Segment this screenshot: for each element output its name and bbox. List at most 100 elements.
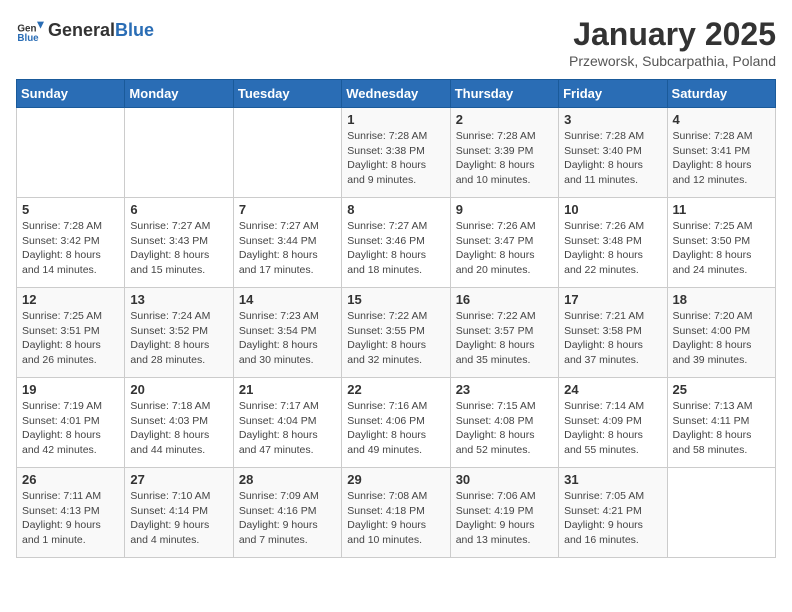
logo: Gen Blue GeneralBlue: [16, 16, 154, 44]
calendar-cell: 23 Sunrise: 7:15 AM Sunset: 4:08 PM Dayli…: [450, 378, 558, 468]
day-info: Sunrise: 7:22 AM Sunset: 3:57 PM Dayligh…: [456, 309, 553, 368]
calendar-cell: 17 Sunrise: 7:21 AM Sunset: 3:58 PM Dayli…: [559, 288, 667, 378]
calendar-cell: 13 Sunrise: 7:24 AM Sunset: 3:52 PM Dayli…: [125, 288, 233, 378]
calendar-cell: 21 Sunrise: 7:17 AM Sunset: 4:04 PM Dayli…: [233, 378, 341, 468]
day-number: 19: [22, 382, 119, 397]
day-number: 7: [239, 202, 336, 217]
day-number: 28: [239, 472, 336, 487]
day-number: 18: [673, 292, 770, 307]
day-number: 26: [22, 472, 119, 487]
calendar-cell: 9 Sunrise: 7:26 AM Sunset: 3:47 PM Daylig…: [450, 198, 558, 288]
day-info: Sunrise: 7:27 AM Sunset: 3:44 PM Dayligh…: [239, 219, 336, 278]
day-info: Sunrise: 7:26 AM Sunset: 3:47 PM Dayligh…: [456, 219, 553, 278]
day-number: 20: [130, 382, 227, 397]
month-title: January 2025: [569, 16, 776, 53]
calendar-cell: 18 Sunrise: 7:20 AM Sunset: 4:00 PM Dayli…: [667, 288, 775, 378]
subtitle: Przeworsk, Subcarpathia, Poland: [569, 53, 776, 69]
day-number: 29: [347, 472, 444, 487]
day-number: 31: [564, 472, 661, 487]
day-number: 15: [347, 292, 444, 307]
day-info: Sunrise: 7:13 AM Sunset: 4:11 PM Dayligh…: [673, 399, 770, 458]
day-number: 12: [22, 292, 119, 307]
day-number: 3: [564, 112, 661, 127]
day-number: 1: [347, 112, 444, 127]
day-number: 2: [456, 112, 553, 127]
calendar-cell: [17, 108, 125, 198]
day-info: Sunrise: 7:18 AM Sunset: 4:03 PM Dayligh…: [130, 399, 227, 458]
calendar-cell: 12 Sunrise: 7:25 AM Sunset: 3:51 PM Dayli…: [17, 288, 125, 378]
day-info: Sunrise: 7:19 AM Sunset: 4:01 PM Dayligh…: [22, 399, 119, 458]
day-info: Sunrise: 7:15 AM Sunset: 4:08 PM Dayligh…: [456, 399, 553, 458]
day-number: 9: [456, 202, 553, 217]
day-number: 13: [130, 292, 227, 307]
day-number: 10: [564, 202, 661, 217]
day-number: 30: [456, 472, 553, 487]
calendar-cell: 14 Sunrise: 7:23 AM Sunset: 3:54 PM Dayli…: [233, 288, 341, 378]
calendar-cell: 24Sunrise: 7:14 AM Sunset: 4:09 PM Dayli…: [559, 378, 667, 468]
calendar-week-row: 1 Sunrise: 7:28 AM Sunset: 3:38 PM Daylig…: [17, 108, 776, 198]
day-info: Sunrise: 7:28 AM Sunset: 3:41 PM Dayligh…: [673, 129, 770, 188]
day-info: Sunrise: 7:20 AM Sunset: 4:00 PM Dayligh…: [673, 309, 770, 368]
logo-text: GeneralBlue: [48, 20, 154, 41]
calendar-cell: 28Sunrise: 7:09 AM Sunset: 4:16 PM Dayli…: [233, 468, 341, 558]
calendar-cell: 3 Sunrise: 7:28 AM Sunset: 3:40 PM Daylig…: [559, 108, 667, 198]
day-info: Sunrise: 7:28 AM Sunset: 3:38 PM Dayligh…: [347, 129, 444, 188]
day-info: Sunrise: 7:23 AM Sunset: 3:54 PM Dayligh…: [239, 309, 336, 368]
weekday-header: Tuesday: [233, 80, 341, 108]
day-number: 8: [347, 202, 444, 217]
weekday-header: Thursday: [450, 80, 558, 108]
calendar-cell: 8Sunrise: 7:27 AM Sunset: 3:46 PM Daylig…: [342, 198, 450, 288]
calendar-cell: 22Sunrise: 7:16 AM Sunset: 4:06 PM Dayli…: [342, 378, 450, 468]
weekday-row: SundayMondayTuesdayWednesdayThursdayFrid…: [17, 80, 776, 108]
day-info: Sunrise: 7:28 AM Sunset: 3:42 PM Dayligh…: [22, 219, 119, 278]
weekday-header: Saturday: [667, 80, 775, 108]
calendar-cell: 25Sunrise: 7:13 AM Sunset: 4:11 PM Dayli…: [667, 378, 775, 468]
calendar-cell: 29 Sunrise: 7:08 AM Sunset: 4:18 PM Dayli…: [342, 468, 450, 558]
calendar-cell: 2 Sunrise: 7:28 AM Sunset: 3:39 PM Daylig…: [450, 108, 558, 198]
calendar-cell: 15 Sunrise: 7:22 AM Sunset: 3:55 PM Dayli…: [342, 288, 450, 378]
day-info: Sunrise: 7:21 AM Sunset: 3:58 PM Dayligh…: [564, 309, 661, 368]
day-number: 17: [564, 292, 661, 307]
calendar-cell: 30 Sunrise: 7:06 AM Sunset: 4:19 PM Dayli…: [450, 468, 558, 558]
day-info: Sunrise: 7:08 AM Sunset: 4:18 PM Dayligh…: [347, 489, 444, 548]
calendar-cell: 16 Sunrise: 7:22 AM Sunset: 3:57 PM Dayli…: [450, 288, 558, 378]
calendar-header: SundayMondayTuesdayWednesdayThursdayFrid…: [17, 80, 776, 108]
day-number: 6: [130, 202, 227, 217]
calendar-cell: 10 Sunrise: 7:26 AM Sunset: 3:48 PM Dayli…: [559, 198, 667, 288]
day-info: Sunrise: 7:17 AM Sunset: 4:04 PM Dayligh…: [239, 399, 336, 458]
weekday-header: Wednesday: [342, 80, 450, 108]
day-info: Sunrise: 7:26 AM Sunset: 3:48 PM Dayligh…: [564, 219, 661, 278]
calendar-cell: 31Sunrise: 7:05 AM Sunset: 4:21 PM Dayli…: [559, 468, 667, 558]
calendar-week-row: 5Sunrise: 7:28 AM Sunset: 3:42 PM Daylig…: [17, 198, 776, 288]
calendar-body: 1 Sunrise: 7:28 AM Sunset: 3:38 PM Daylig…: [17, 108, 776, 558]
day-number: 4: [673, 112, 770, 127]
day-info: Sunrise: 7:14 AM Sunset: 4:09 PM Dayligh…: [564, 399, 661, 458]
calendar-cell: 7 Sunrise: 7:27 AM Sunset: 3:44 PM Daylig…: [233, 198, 341, 288]
day-info: Sunrise: 7:28 AM Sunset: 3:40 PM Dayligh…: [564, 129, 661, 188]
day-number: 21: [239, 382, 336, 397]
day-info: Sunrise: 7:25 AM Sunset: 3:50 PM Dayligh…: [673, 219, 770, 278]
title-block: January 2025 Przeworsk, Subcarpathia, Po…: [569, 16, 776, 69]
calendar-cell: 27Sunrise: 7:10 AM Sunset: 4:14 PM Dayli…: [125, 468, 233, 558]
day-number: 22: [347, 382, 444, 397]
calendar-cell: 6Sunrise: 7:27 AM Sunset: 3:43 PM Daylig…: [125, 198, 233, 288]
weekday-header: Sunday: [17, 80, 125, 108]
day-info: Sunrise: 7:25 AM Sunset: 3:51 PM Dayligh…: [22, 309, 119, 368]
day-number: 16: [456, 292, 553, 307]
day-info: Sunrise: 7:28 AM Sunset: 3:39 PM Dayligh…: [456, 129, 553, 188]
calendar-cell: 4 Sunrise: 7:28 AM Sunset: 3:41 PM Daylig…: [667, 108, 775, 198]
day-info: Sunrise: 7:24 AM Sunset: 3:52 PM Dayligh…: [130, 309, 227, 368]
weekday-header: Monday: [125, 80, 233, 108]
logo-icon: Gen Blue: [16, 16, 44, 44]
day-number: 23: [456, 382, 553, 397]
day-info: Sunrise: 7:10 AM Sunset: 4:14 PM Dayligh…: [130, 489, 227, 548]
calendar-cell: 11Sunrise: 7:25 AM Sunset: 3:50 PM Dayli…: [667, 198, 775, 288]
day-number: 14: [239, 292, 336, 307]
calendar-week-row: 26Sunrise: 7:11 AM Sunset: 4:13 PM Dayli…: [17, 468, 776, 558]
day-info: Sunrise: 7:06 AM Sunset: 4:19 PM Dayligh…: [456, 489, 553, 548]
calendar-week-row: 12 Sunrise: 7:25 AM Sunset: 3:51 PM Dayli…: [17, 288, 776, 378]
calendar-cell: [667, 468, 775, 558]
day-info: Sunrise: 7:22 AM Sunset: 3:55 PM Dayligh…: [347, 309, 444, 368]
calendar-cell: 5Sunrise: 7:28 AM Sunset: 3:42 PM Daylig…: [17, 198, 125, 288]
calendar-cell: [233, 108, 341, 198]
